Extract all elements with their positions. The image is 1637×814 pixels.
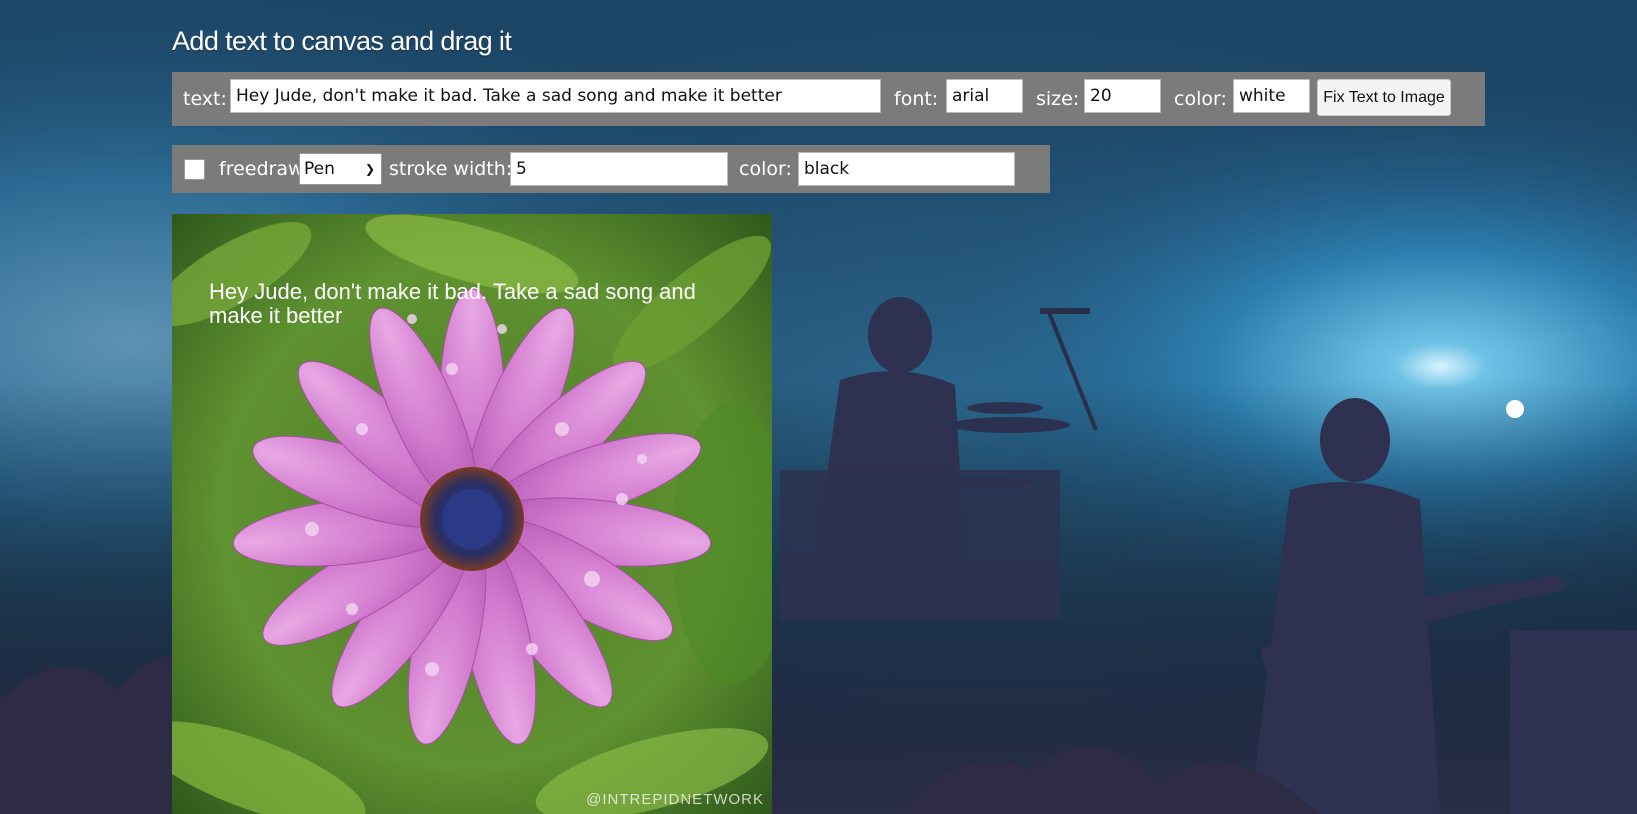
tool-select-value: Pen [304, 159, 335, 179]
freedraw-label: freedraw [219, 158, 304, 180]
text-color-input[interactable]: white [1233, 79, 1310, 113]
text-toolbar: text: Hey Jude, don't make it bad. Take … [172, 72, 1485, 126]
freedraw-checkbox[interactable] [184, 159, 205, 180]
watermark: @INTREPIDNETWORK [586, 791, 764, 808]
fix-text-to-image-button[interactable]: Fix Text to Image [1317, 79, 1451, 116]
stroke-color-input[interactable]: black [798, 152, 1015, 186]
tool-select[interactable]: Pen ❯ [299, 153, 382, 185]
font-label: font: [894, 88, 939, 110]
page-title: Add text to canvas and drag it [172, 26, 512, 56]
canvas-text-overlay[interactable]: Hey Jude, don't make it bad. Take a sad … [209, 280, 749, 328]
chevron-down-icon: ❯ [364, 162, 375, 176]
size-input[interactable]: 20 [1084, 79, 1161, 113]
font-input[interactable]: arial [946, 79, 1023, 113]
drawing-canvas[interactable]: Hey Jude, don't make it bad. Take a sad … [172, 214, 772, 814]
stroke-width-input[interactable]: 5 [510, 152, 728, 186]
freedraw-toolbar: freedraw Pen ❯ stroke width: 5 color: bl… [172, 145, 1050, 193]
text-color-label: color: [1174, 88, 1227, 110]
stroke-width-label: stroke width: [389, 158, 513, 180]
stroke-color-label: color: [739, 158, 792, 180]
text-input[interactable]: Hey Jude, don't make it bad. Take a sad … [230, 79, 881, 113]
text-label: text: [183, 88, 227, 110]
size-label: size: [1036, 88, 1080, 110]
